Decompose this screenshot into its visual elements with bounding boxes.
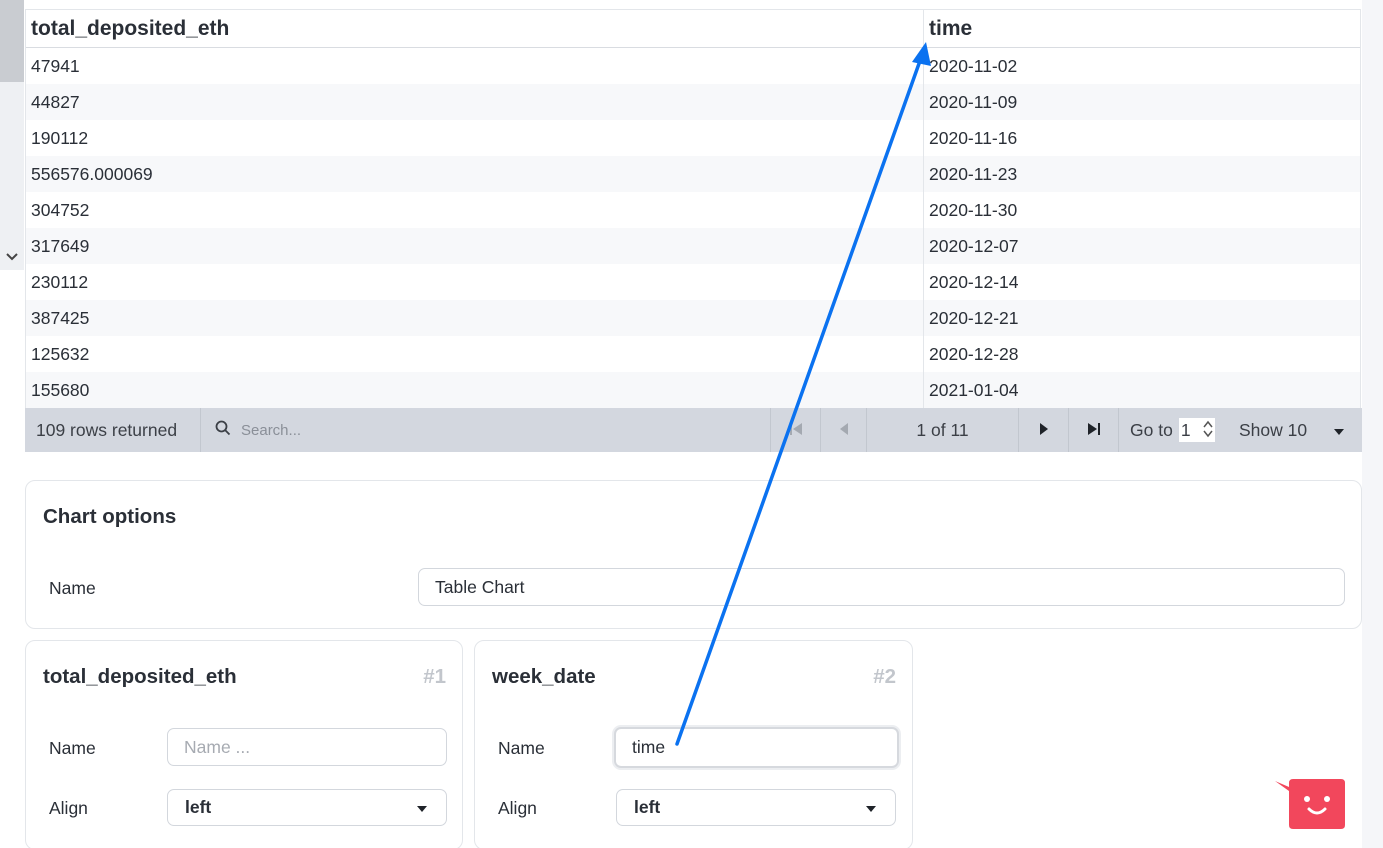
right-scrollbar-track[interactable] <box>1362 0 1383 848</box>
column-1-align-label: Align <box>49 798 88 818</box>
cell-time: 2020-11-16 <box>929 127 1018 148</box>
cell-time: 2020-12-07 <box>929 235 1019 256</box>
search-input[interactable] <box>241 421 541 439</box>
next-page-button[interactable] <box>1019 408 1069 452</box>
table-row: 230112 2020-12-14 <box>26 264 1360 300</box>
cell-total-deposited-eth: 125632 <box>26 336 924 372</box>
cell-time: 2020-11-30 <box>929 199 1018 220</box>
column-2-align-select[interactable]: left <box>616 789 896 826</box>
prev-page-icon <box>839 420 849 441</box>
column-2-align-value: left <box>634 797 661 817</box>
goto-page-value[interactable]: 1 <box>1179 420 1191 441</box>
cell-total-deposited-eth: 47941 <box>26 48 924 84</box>
caret-down-icon <box>416 797 428 818</box>
table-row: 190112 2020-11-16 <box>26 120 1360 156</box>
app-root: total_deposited_eth time 47941 2020-11-02… <box>0 0 1383 848</box>
rows-returned-count: 109 rows returned <box>25 408 201 452</box>
page-indicator: 1 of 11 <box>867 408 1019 452</box>
column-1-align-select[interactable]: left <box>167 789 447 826</box>
column-2-name-input[interactable]: time <box>614 727 899 768</box>
column-1-title: total_deposited_eth <box>43 665 237 688</box>
chart-options-title: Chart options <box>43 505 177 528</box>
page-size-select[interactable]: Show 10 <box>1227 408 1362 452</box>
table-row: 155680 2021-01-04 <box>26 372 1360 408</box>
table-search[interactable] <box>201 408 771 452</box>
table-row: 44827 2020-11-09 <box>26 84 1360 120</box>
cell-total-deposited-eth: 190112 <box>26 120 924 156</box>
stepper-arrows-icon[interactable] <box>1203 419 1213 439</box>
column-1-index: #1 <box>423 665 446 688</box>
column-settings-card-2: week_date #2 Name time Align left <box>474 640 913 848</box>
chevron-down-icon[interactable] <box>2 247 22 267</box>
column-2-index: #2 <box>873 665 896 688</box>
cell-total-deposited-eth: 317649 <box>26 228 924 264</box>
column-1-align-value: left <box>185 797 212 817</box>
table-body: 47941 2020-11-02 44827 2020-11-09 190112 2020… <box>26 48 1360 408</box>
table-row: 47941 2020-11-02 <box>26 48 1360 84</box>
cell-total-deposited-eth: 387425 <box>26 300 924 336</box>
table-row: 125632 2020-12-28 <box>26 336 1360 372</box>
caret-down-icon <box>1333 420 1345 441</box>
page-size-label: Show 10 <box>1239 419 1308 440</box>
column-settings-card-1: total_deposited_eth #1 Name Name ... Ali… <box>25 640 463 848</box>
first-page-button[interactable] <box>771 408 821 452</box>
table-row: 317649 2020-12-07 <box>26 228 1360 264</box>
last-page-button[interactable] <box>1069 408 1119 452</box>
cell-time: 2020-11-02 <box>929 55 1018 76</box>
table-row: 387425 2020-12-21 <box>26 300 1360 336</box>
cell-total-deposited-eth: 44827 <box>26 84 924 120</box>
cell-time: 2021-01-04 <box>929 379 1019 400</box>
column-1-name-label: Name <box>49 738 96 758</box>
column-header-total-deposited-eth[interactable]: total_deposited_eth <box>26 10 924 47</box>
caret-down-icon <box>865 797 877 818</box>
column-header-time[interactable]: time <box>924 10 1360 47</box>
cell-time: 2020-11-23 <box>929 163 1018 184</box>
cell-time: 2020-12-28 <box>929 343 1019 364</box>
chart-name-label: Name <box>49 578 96 598</box>
chat-bot-button[interactable] <box>1275 779 1345 831</box>
goto-page: Go to 1 <box>1119 408 1227 452</box>
cell-total-deposited-eth: 155680 <box>26 372 924 408</box>
first-page-icon <box>788 420 804 441</box>
cell-total-deposited-eth: 304752 <box>26 192 924 228</box>
column-2-name-label: Name <box>498 738 545 758</box>
prev-page-button[interactable] <box>821 408 867 452</box>
left-scrollbar-thumb[interactable] <box>0 0 24 82</box>
last-page-icon <box>1086 420 1102 441</box>
chart-name-input[interactable]: Table Chart <box>418 568 1345 606</box>
cell-time: 2020-11-09 <box>929 91 1018 112</box>
table-footer: 109 rows returned 1 of 11 <box>25 408 1362 452</box>
cell-total-deposited-eth: 230112 <box>26 264 924 300</box>
cell-time: 2020-12-21 <box>929 307 1019 328</box>
goto-label: Go to <box>1130 419 1173 440</box>
results-table: total_deposited_eth time 47941 2020-11-02… <box>25 9 1361 408</box>
cell-time: 2020-12-14 <box>929 271 1019 292</box>
column-2-title: week_date <box>492 665 596 688</box>
chart-options-card: Chart options Name Table Chart <box>25 480 1362 629</box>
next-page-icon <box>1039 420 1049 441</box>
cell-total-deposited-eth: 556576.000069 <box>26 156 924 192</box>
goto-page-stepper[interactable]: 1 <box>1178 418 1215 442</box>
chat-bot-icon <box>1275 779 1345 829</box>
table-header-row: total_deposited_eth time <box>26 10 1360 48</box>
column-2-align-label: Align <box>498 798 537 818</box>
table-row: 304752 2020-11-30 <box>26 192 1360 228</box>
column-1-name-input[interactable]: Name ... <box>167 728 447 766</box>
table-row: 556576.000069 2020-11-23 <box>26 156 1360 192</box>
search-icon <box>215 420 231 441</box>
left-scrollbar-track[interactable] <box>0 0 24 270</box>
